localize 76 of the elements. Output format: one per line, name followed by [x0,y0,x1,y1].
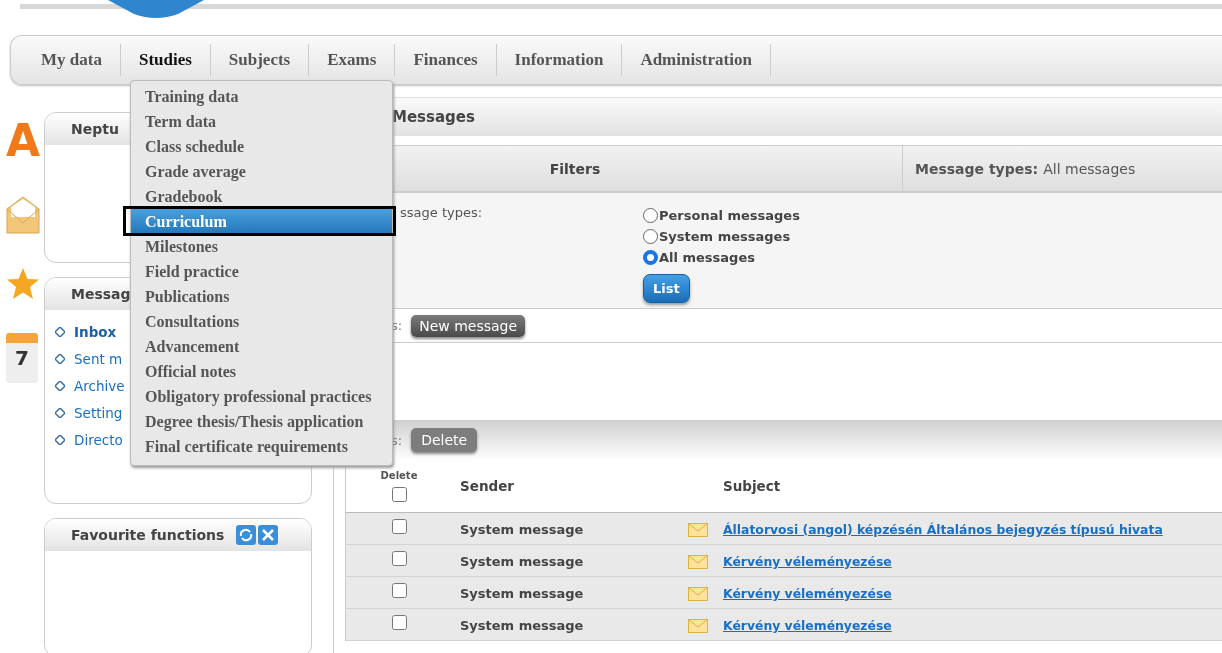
sidebar-link[interactable]: Sent m [74,350,123,367]
menu-tab[interactable]: Exams [309,44,396,76]
column-header: Sender [459,478,515,494]
menu-tab[interactable]: Information [496,44,623,76]
menu-item[interactable]: Term data [131,109,392,134]
menu-tab[interactable]: My data [23,44,121,76]
radio-label: All messages [659,250,755,265]
menu-item[interactable]: Training data [131,84,392,109]
sidebar-link[interactable]: Directo [74,431,123,448]
subject-link[interactable]: Kérvény véleményezése [723,580,892,601]
envelope-icon [688,618,708,633]
sidebar-link[interactable]: Inbox [74,323,117,340]
subject-link[interactable]: Kérvény véleményezése [723,548,892,569]
column-header: Subject [723,478,781,494]
row-checkbox[interactable] [391,615,407,630]
menu-item[interactable]: Final certificate requirements [131,434,392,459]
menu-item[interactable]: Curriculum [131,209,392,234]
subject-link[interactable]: Kérvény véleményezése [723,612,892,633]
select-all-checkbox[interactable] [391,487,407,502]
row-checkbox[interactable] [391,583,407,598]
subject-link[interactable]: Állatorvosi (angol) képzésén Általános bejegyzés típusú hivata [723,516,1163,537]
table-row[interactable]: System message Kérvény véleményezése [345,545,1222,577]
radio-label: Personal messages [659,208,800,223]
table-row[interactable]: System message Kérvény véleményezése [345,609,1222,641]
menu-item[interactable]: Grade average [131,159,392,184]
menu-item[interactable]: Gradebook [131,184,392,209]
envelope-icon [688,522,708,537]
sender-cell-text: System message [459,585,585,601]
field-label: ssage types: [399,205,484,222]
sender-cell-text: System message [459,553,585,569]
radio-button[interactable] [643,208,658,223]
calendar-icon[interactable]: 7 [6,333,38,383]
envelope-icon [688,586,708,601]
refresh-icon[interactable] [236,524,257,545]
menu-item[interactable]: Degree thesis/Thesis application [131,409,392,434]
panel-title: Favourite functions [71,526,225,543]
list-button[interactable]: List [643,274,690,303]
column-header: Delete [380,470,418,481]
menu-item[interactable]: Publications [131,284,392,309]
menu-tab[interactable]: Studies [120,44,211,76]
menu-item[interactable]: Advancement [131,334,392,359]
diamond-bullet-icon [55,353,65,364]
diamond-bullet-icon [55,326,65,337]
sidebar-link[interactable]: Archive [74,377,125,394]
page-title: Messages [392,108,475,126]
diamond-bullet-icon [55,407,65,418]
diamond-bullet-icon [55,434,65,445]
star-icon[interactable] [6,267,40,301]
close-icon[interactable] [258,524,279,545]
panel-title: Messag [71,286,131,303]
menu-item[interactable]: Consultations [131,309,392,334]
panel-title: Neptu [71,121,119,137]
radio-button[interactable] [643,250,658,265]
radio-button[interactable] [643,229,658,244]
sender-cell-text: System message [459,617,585,633]
diamond-bullet-icon [55,380,65,391]
menu-item[interactable]: Obligatory professional practices [131,384,392,409]
menu-tab[interactable]: Administration [622,44,771,76]
menu-item[interactable]: Milestones [131,234,392,259]
envelope-icon [688,554,708,569]
sender-cell-text: System message [459,521,585,537]
menu-item[interactable]: Class schedule [131,134,392,159]
delete-button[interactable]: Delete [411,428,478,452]
menu-tab[interactable]: Finances [395,44,497,76]
sidebar-link[interactable]: Setting [74,404,123,421]
menu-item[interactable]: Field practice [131,259,392,284]
filter-title: Filters [548,160,602,177]
table-row[interactable]: System message Állatorvosi (angol) képzésén Általános bejegyzés típusú hivata [345,513,1222,545]
row-checkbox[interactable] [391,519,407,534]
filter-summary: Message types: All messages [902,146,1136,191]
radio-label: System messages [659,229,791,244]
menu-item[interactable]: Official notes [131,359,392,384]
table-row[interactable]: System message Kérvény véleményezése [345,577,1222,609]
menu-tab[interactable]: Subjects [210,44,310,76]
row-checkbox[interactable] [391,551,407,566]
new-message-button[interactable]: New message [411,314,526,337]
